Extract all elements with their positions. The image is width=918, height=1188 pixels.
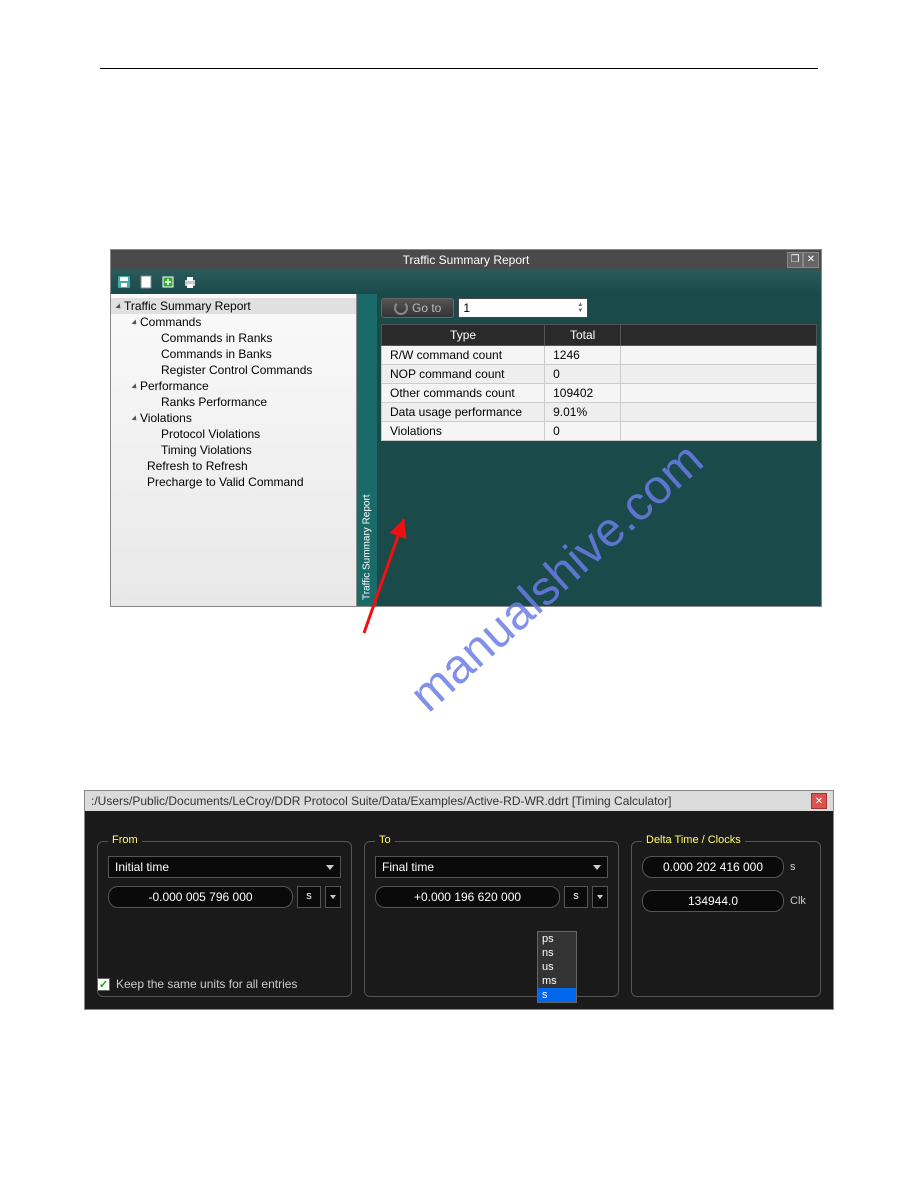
save-icon[interactable] bbox=[115, 273, 133, 291]
to-select[interactable]: Final time bbox=[375, 856, 608, 878]
delta-fieldset: Delta Time / Clocks 0.000 202 416 000 s … bbox=[631, 841, 821, 997]
unit-option-ps[interactable]: ps bbox=[538, 932, 576, 946]
timing-title: :/Users/Public/Documents/LeCroy/DDR Prot… bbox=[91, 794, 671, 808]
from-unit-dropdown[interactable] bbox=[325, 886, 341, 908]
to-fieldset: To Final time +0.000 196 620 000 s bbox=[364, 841, 619, 997]
table-row[interactable]: Data usage performance9.01% bbox=[382, 403, 817, 422]
from-select[interactable]: Initial time bbox=[108, 856, 341, 878]
spinner-arrows-icon[interactable]: ▲▼ bbox=[577, 302, 583, 314]
timing-calculator-panel: :/Users/Public/Documents/LeCroy/DDR Prot… bbox=[84, 790, 834, 1010]
from-legend: From bbox=[108, 834, 142, 846]
delta-clocks-value: 134944.0 bbox=[642, 890, 784, 912]
tree-precharge[interactable]: Precharge to Valid Command bbox=[111, 474, 356, 490]
col-blank bbox=[621, 325, 817, 346]
horizontal-rule bbox=[100, 68, 818, 69]
to-legend: To bbox=[375, 834, 395, 846]
col-type: Type bbox=[382, 325, 545, 346]
to-unit[interactable]: s bbox=[564, 886, 588, 908]
unit-option-ns[interactable]: ns bbox=[538, 946, 576, 960]
window-restore-icon[interactable]: ❐ bbox=[787, 252, 803, 268]
delta-time-value: 0.000 202 416 000 bbox=[642, 856, 784, 878]
keep-units-label: Keep the same units for all entries bbox=[116, 977, 297, 991]
to-value-input[interactable]: +0.000 196 620 000 bbox=[375, 886, 560, 908]
goto-label: Go to bbox=[412, 301, 441, 315]
tree-root[interactable]: Traffic Summary Report bbox=[111, 298, 356, 314]
chevron-down-icon bbox=[330, 895, 336, 899]
table-row[interactable]: NOP command count0 bbox=[382, 365, 817, 384]
table-row[interactable]: Violations0 bbox=[382, 422, 817, 441]
chevron-down-icon bbox=[597, 895, 603, 899]
unit-option-ms[interactable]: ms bbox=[538, 974, 576, 988]
report-tree[interactable]: Traffic Summary Report Commands Commands… bbox=[111, 294, 357, 606]
tree-timing-violations[interactable]: Timing Violations bbox=[111, 442, 356, 458]
document-icon[interactable] bbox=[137, 273, 155, 291]
unit-option-s[interactable]: s bbox=[538, 988, 576, 1002]
table-row[interactable]: R/W command count1246 bbox=[382, 346, 817, 365]
from-value-input[interactable]: -0.000 005 796 000 bbox=[108, 886, 293, 908]
window-close-icon[interactable]: ✕ bbox=[803, 252, 819, 268]
tree-refresh[interactable]: Refresh to Refresh bbox=[111, 458, 356, 474]
tree-commands-ranks[interactable]: Commands in Ranks bbox=[111, 330, 356, 346]
chevron-down-icon bbox=[593, 865, 601, 870]
checkbox-icon[interactable]: ✓ bbox=[97, 978, 110, 991]
print-icon[interactable] bbox=[181, 273, 199, 291]
delta-time-unit: s bbox=[790, 861, 810, 873]
export-icon[interactable] bbox=[159, 273, 177, 291]
panel-toolbar bbox=[111, 270, 821, 294]
timing-titlebar: :/Users/Public/Documents/LeCroy/DDR Prot… bbox=[85, 791, 833, 811]
tree-violations[interactable]: Violations bbox=[111, 410, 356, 426]
panel-title: Traffic Summary Report bbox=[403, 253, 530, 267]
close-icon[interactable]: ✕ bbox=[811, 793, 827, 809]
unit-dropdown-list[interactable]: ps ns us ms s bbox=[537, 931, 577, 1003]
goto-reload-icon bbox=[394, 301, 408, 315]
chevron-down-icon bbox=[326, 865, 334, 870]
tree-ranks-performance[interactable]: Ranks Performance bbox=[111, 394, 356, 410]
panel-titlebar: Traffic Summary Report ❐ ✕ bbox=[111, 250, 821, 270]
tree-performance[interactable]: Performance bbox=[111, 378, 356, 394]
to-unit-dropdown[interactable] bbox=[592, 886, 608, 908]
unit-option-us[interactable]: us bbox=[538, 960, 576, 974]
table-row[interactable]: Other commands count109402 bbox=[382, 384, 817, 403]
summary-table: Type Total R/W command count1246 NOP com… bbox=[381, 324, 817, 441]
report-content: Go to 1 ▲▼ Type Total R/W command count1… bbox=[377, 294, 821, 606]
traffic-summary-panel: Traffic Summary Report ❐ ✕ Traffic Summa… bbox=[110, 249, 822, 607]
from-fieldset: From Initial time -0.000 005 796 000 s bbox=[97, 841, 352, 997]
keep-units-checkbox[interactable]: ✓ Keep the same units for all entries bbox=[97, 977, 297, 991]
goto-value-input[interactable]: 1 ▲▼ bbox=[458, 298, 588, 318]
tree-commands[interactable]: Commands bbox=[111, 314, 356, 330]
tree-commands-banks[interactable]: Commands in Banks bbox=[111, 346, 356, 362]
goto-button[interactable]: Go to bbox=[381, 298, 454, 318]
delta-clocks-unit: Clk bbox=[790, 895, 810, 907]
from-unit[interactable]: s bbox=[297, 886, 321, 908]
col-total: Total bbox=[545, 325, 621, 346]
tree-protocol-violations[interactable]: Protocol Violations bbox=[111, 426, 356, 442]
delta-legend: Delta Time / Clocks bbox=[642, 834, 745, 846]
table-header-row: Type Total bbox=[382, 325, 817, 346]
vertical-tab[interactable]: Traffic Summary Report bbox=[357, 294, 377, 606]
tree-register-control[interactable]: Register Control Commands bbox=[111, 362, 356, 378]
